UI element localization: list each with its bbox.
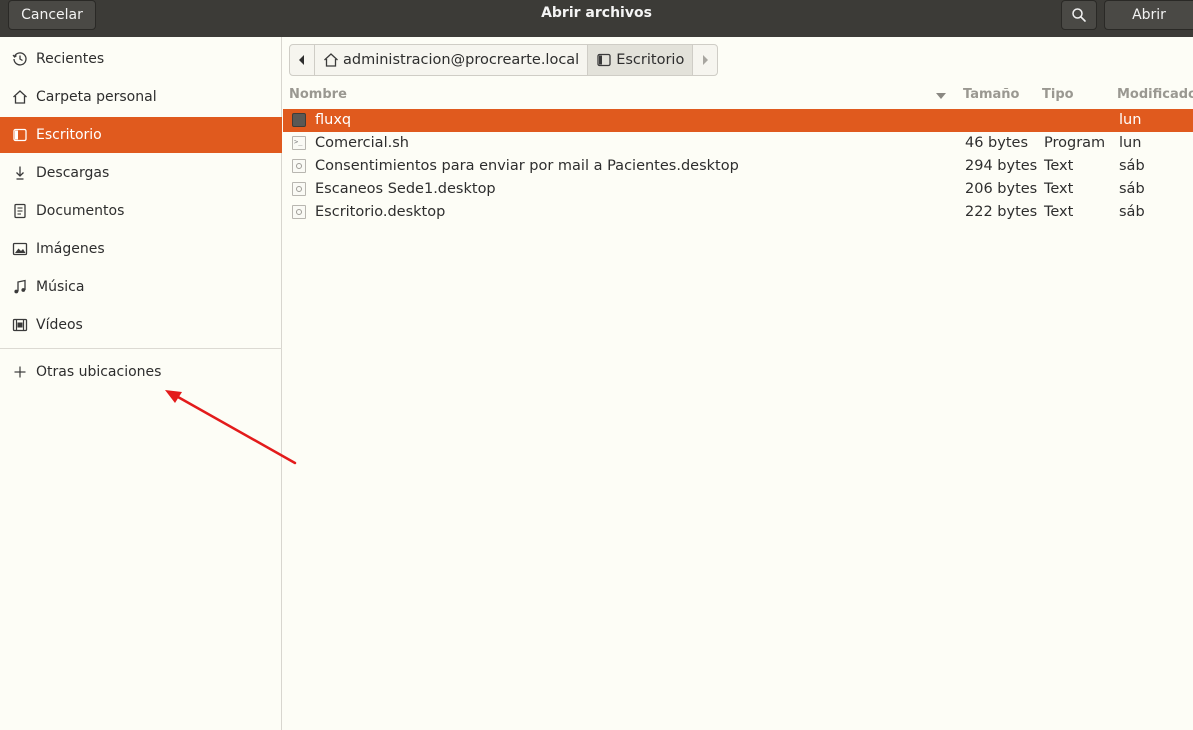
file-modified: lun [1119,135,1142,151]
path-home-label: administracion@procrearte.local [343,52,580,68]
path-home-button[interactable]: administracion@procrearte.local [315,45,589,75]
file-name: Comercial.sh [315,135,409,151]
dialog-title: Abrir archivos [541,5,652,21]
file-row[interactable]: Consentimientos para enviar por mail a P… [283,155,1193,178]
open-button[interactable]: Abrir [1104,0,1193,30]
desktop-icon [11,126,29,144]
file-modified: sáb [1119,158,1145,174]
chevron-left-icon [299,55,304,65]
sidebar-item-label: Escritorio [36,127,102,143]
column-header-size[interactable]: Tamaño [963,87,1019,105]
video-icon [11,316,29,334]
desktop-file-icon [292,205,306,219]
download-icon [11,164,29,182]
sidebar-item-label: Vídeos [36,317,83,333]
column-header-modified[interactable]: Modificado [1117,87,1193,105]
cancel-button[interactable]: Cancelar [8,0,96,30]
sidebar-item-label: Otras ubicaciones [36,364,162,380]
sort-descending-icon [936,93,946,99]
path-current-label: Escritorio [616,52,685,68]
sidebar-separator [0,348,282,349]
file-browser: administracion@procrearte.local Escritor… [283,37,1193,730]
sidebar-item-otras-ubicaciones[interactable]: Otras ubicaciones [0,354,282,390]
sidebar-item-descargas[interactable]: Descargas [0,155,282,191]
file-type: Text [1044,158,1074,174]
home-icon [11,88,29,106]
script-file-icon: >_ [292,136,306,150]
path-bar: administracion@procrearte.local Escritor… [289,44,719,76]
sidebar-item-imagenes[interactable]: Imágenes [0,231,282,267]
sidebar-item-label: Música [36,279,85,295]
file-name: Escritorio.desktop [315,204,446,220]
file-row[interactable]: Escritorio.desktop 222 bytes Text sáb [283,201,1193,224]
file-row[interactable]: fluxq lun [283,109,1193,132]
file-modified: lun [1119,112,1142,128]
sidebar-item-label: Documentos [36,203,125,219]
path-back-button[interactable] [290,45,315,75]
sidebar-item-escritorio[interactable]: Escritorio [0,117,282,153]
path-current-button[interactable]: Escritorio [588,45,694,75]
sidebar-item-carpeta-personal[interactable]: Carpeta personal [0,79,282,115]
file-size: 222 bytes [965,204,1038,220]
document-icon [11,202,29,220]
sidebar-item-label: Imágenes [36,241,105,257]
file-size: 294 bytes [965,158,1038,174]
file-modified: sáb [1119,204,1145,220]
sidebar-item-documentos[interactable]: Documentos [0,193,282,229]
file-type: Program [1044,135,1106,151]
file-name: fluxq [315,112,352,128]
sidebar-item-musica[interactable]: Música [0,269,282,305]
search-button[interactable] [1061,0,1097,30]
desktop-icon [596,52,612,68]
folder-icon [292,113,306,127]
search-icon [1072,8,1086,22]
column-header-name[interactable]: Nombre [289,87,347,105]
sidebar-item-recientes[interactable]: Recientes [0,41,282,77]
file-modified: sáb [1119,181,1145,197]
file-type: Text [1044,181,1074,197]
home-icon [323,52,339,68]
image-icon [11,240,29,258]
clock-icon [11,50,29,68]
file-row[interactable]: >_ Comercial.sh 46 bytes Program lun [283,132,1193,155]
file-name: Consentimientos para enviar por mail a P… [315,158,739,174]
column-header-type[interactable]: Tipo [1042,87,1074,105]
sidebar-item-label: Recientes [36,51,105,67]
file-type: Text [1044,204,1074,220]
sidebar-item-label: Carpeta personal [36,89,157,105]
file-row[interactable]: Escaneos Sede1.desktop 206 bytes Text sá… [283,178,1193,201]
file-name: Escaneos Sede1.desktop [315,181,496,197]
path-forward-button[interactable] [693,45,717,75]
sidebar-item-label: Descargas [36,165,110,181]
desktop-file-icon [292,159,306,173]
file-size: 46 bytes [965,135,1029,151]
music-icon [11,278,29,296]
sidebar-item-videos[interactable]: Vídeos [0,307,282,343]
header-bar: Cancelar Abrir archivos Abrir [0,0,1193,37]
desktop-file-icon [292,182,306,196]
places-sidebar: Recientes Carpeta personal Escritorio De… [0,37,282,730]
file-size: 206 bytes [965,181,1038,197]
chevron-right-icon [703,55,709,65]
plus-icon [11,363,29,381]
